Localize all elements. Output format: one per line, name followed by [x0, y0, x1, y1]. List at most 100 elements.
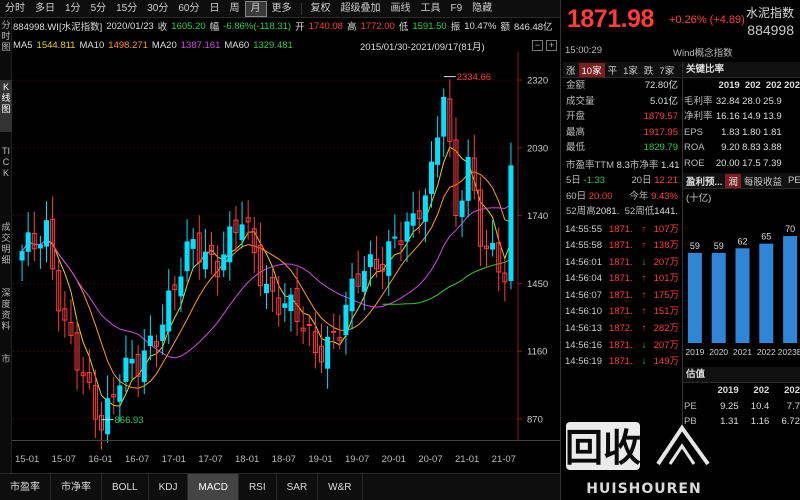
candle-body — [422, 195, 428, 222]
profit-year-label: 2019 — [685, 347, 704, 357]
trade-row: 14:55:58 1871. ↑ 138万 — [563, 238, 681, 255]
view-tab-tick[interactable]: TICK — [0, 132, 12, 204]
candle-body — [435, 137, 441, 165]
profit-year-label: 2021 — [733, 347, 752, 357]
indicator-kdj[interactable]: KDJ — [149, 473, 189, 500]
view-tab-kline[interactable]: K线图 — [0, 80, 12, 132]
x-tick-label: 15-01 — [15, 454, 40, 465]
period-1min[interactable]: 1分 — [60, 0, 86, 18]
indicator-sar[interactable]: SAR — [277, 473, 319, 500]
view-tab-trades[interactable]: 成交明细 — [0, 204, 12, 286]
valuation-header-cell — [683, 383, 705, 399]
date-range: 2015/01/30-2021/09/17(81月) — [360, 42, 485, 53]
trade-direction-icon: ↑ — [641, 223, 647, 235]
view-tab-intraday[interactable]: 分时图 — [0, 18, 12, 80]
tool-draw[interactable]: 画线 — [386, 0, 416, 18]
valuation-cell: 9.25 — [720, 400, 739, 412]
breadth-tabs: 涨 10家 平 1家 跌 7家 — [563, 62, 681, 78]
profit-net-tab[interactable]: 润 — [725, 173, 741, 188]
x-tick-label: 15-07 — [51, 454, 76, 465]
zoom-in-button[interactable]: + — [546, 40, 557, 51]
candle-body — [190, 239, 196, 249]
trade-price: 1871. — [609, 240, 633, 252]
period-day[interactable]: 日 — [205, 0, 225, 18]
flat-count-tab[interactable]: 1家 — [620, 63, 641, 77]
view-tab-depth[interactable]: 深度资料 — [0, 286, 12, 352]
ratio-header-cell — [683, 78, 714, 94]
indicator-pe[interactable]: 市盈率 — [0, 473, 51, 500]
candle-body — [343, 304, 349, 336]
y-tick-label: 1160 — [527, 347, 547, 358]
quote-value: 5.01亿 — [650, 95, 678, 107]
view-tab-market[interactable]: 市 — [0, 352, 12, 372]
ratio-cell: 17.5 — [742, 157, 761, 169]
ratio-cell — [783, 94, 800, 110]
valuation-title: 估值 — [683, 367, 800, 383]
period-month[interactable]: 月 — [244, 0, 267, 17]
pe-pb-row: 市盈率TTM 8.3 市净率 1.41 — [563, 158, 681, 174]
profit-bar-chart: 59 2019 59 2020 62 2021 65 2022 70 2023E — [685, 224, 800, 357]
profit-eps-tab[interactable]: 每股收益 — [741, 174, 785, 188]
ma10-value: 1498.271 — [108, 39, 148, 51]
trade-volume: 151万 — [653, 306, 679, 318]
candle-body — [239, 224, 245, 241]
indicator-boll[interactable]: BOLL — [102, 473, 149, 500]
ma5-value: 1544.811 — [36, 39, 76, 51]
down-count-tab[interactable]: 7家 — [656, 63, 677, 77]
period-60min[interactable]: 60分 — [173, 0, 204, 18]
ratio-row: ROE 20.00 17.5 7.39 — [683, 156, 800, 172]
up-count-tab[interactable]: 10家 — [578, 62, 605, 77]
candle-body — [263, 283, 270, 294]
ratio-cell: 20.00 — [715, 157, 740, 169]
quote-column: 涨 10家 平 1家 跌 7家 金额 72.80亿 成交量 5.01亿 开盘 1879.5… — [563, 62, 681, 371]
profit-pe-tab[interactable]: PE — [785, 175, 800, 186]
quote-label: 最低 — [566, 142, 586, 153]
ma10-label: MA10 — [79, 39, 105, 51]
watermark-big-text: 回收 — [565, 426, 641, 470]
period-week[interactable]: 周 — [225, 0, 245, 18]
period-intraday[interactable]: 分时 — [0, 0, 30, 18]
trade-direction-icon: ↓ — [641, 356, 647, 368]
tool-adjust[interactable]: 复权 — [306, 0, 336, 18]
profit-forecast-tab[interactable]: 盈利预... — [683, 174, 725, 188]
indicator-rsi[interactable]: RSI — [239, 473, 277, 500]
ratio-row: EPS 1.83 1.80 1.81 — [683, 125, 800, 141]
quote-value: 1829.79 — [643, 142, 678, 153]
valuation-cell: 1.16 — [750, 416, 770, 427]
trade-price: 1871. — [609, 256, 633, 268]
valuation-cell: 10.4 — [750, 400, 770, 412]
ratio-cell: 32.84 — [715, 95, 740, 107]
indicator-macd[interactable]: MACD — [188, 473, 239, 500]
candle-body — [325, 336, 331, 369]
period-15min[interactable]: 15分 — [111, 0, 142, 18]
period-30min[interactable]: 30分 — [142, 0, 173, 18]
quote-label: 最高 — [566, 126, 586, 138]
tool-overlay[interactable]: 超级叠加 — [336, 0, 386, 18]
candle-body — [117, 385, 123, 402]
trade-price: 1871. — [609, 356, 633, 368]
tool-f9[interactable]: F9 — [446, 0, 468, 18]
pb-label: 市净率 — [629, 159, 659, 171]
quote-label: 金额 — [566, 80, 586, 91]
tool-hide[interactable]: 隐藏 — [467, 0, 497, 18]
ratio-cell: ROE — [684, 157, 705, 169]
trade-direction-icon: ↑ — [641, 273, 647, 285]
period-multiday[interactable]: 多日 — [30, 0, 60, 18]
tool-tools[interactable]: 工具 — [416, 0, 446, 18]
candlestick-chart[interactable]: 2320 2030 1740 1450 1160 870 2334.66 866.93 — [13, 52, 560, 452]
candle-body — [43, 220, 50, 247]
watermark-logo: 回收 HUISHOUREN — [565, 422, 710, 497]
candle-body — [25, 232, 31, 252]
trade-time: 14:56:10 — [565, 306, 602, 318]
d60-label: 60日 — [566, 190, 587, 202]
candle-body — [129, 358, 135, 364]
indicator-wr[interactable]: W&R — [318, 473, 363, 500]
period-more[interactable]: 更多 — [267, 0, 297, 18]
profit-bar-label: 59 — [690, 241, 700, 251]
zoom-out-button[interactable]: − — [532, 40, 543, 51]
indicator-pb[interactable]: 市净率 — [51, 473, 102, 500]
quote-value: 72.80亿 — [644, 80, 678, 91]
amount-label: 额 — [500, 22, 510, 33]
period-5min[interactable]: 5分 — [86, 0, 112, 18]
trade-price: 1871. — [609, 273, 633, 285]
